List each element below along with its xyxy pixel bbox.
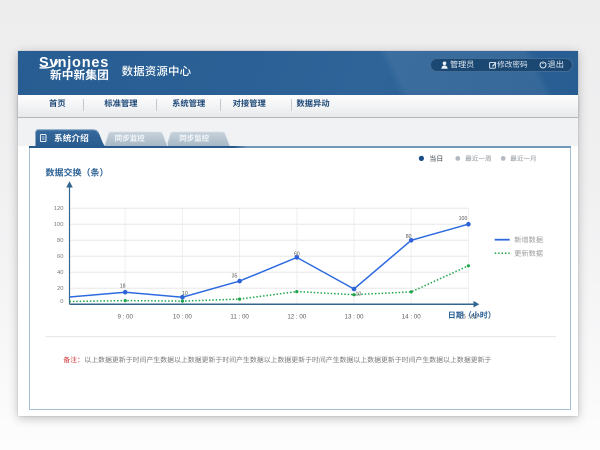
svg-text:100: 100 <box>53 222 63 228</box>
svg-text:35: 35 <box>231 274 237 280</box>
svg-text:20: 20 <box>57 286 63 292</box>
svg-text:0: 0 <box>60 299 63 305</box>
svg-text:40: 40 <box>57 270 63 276</box>
svg-text:9 : 00: 9 : 00 <box>117 313 133 320</box>
svg-text:12 : 00: 12 : 00 <box>287 313 306 320</box>
svg-text:80: 80 <box>57 238 63 244</box>
svg-text:13 : 00: 13 : 00 <box>344 313 363 320</box>
svg-text:11 : 00: 11 : 00 <box>230 313 249 320</box>
svg-text:18: 18 <box>119 284 125 290</box>
svg-text:100: 100 <box>458 216 467 222</box>
svg-text:120: 120 <box>53 206 63 212</box>
svg-text:10: 10 <box>182 291 188 297</box>
svg-text:10: 10 <box>355 291 361 297</box>
svg-text:60: 60 <box>294 252 300 258</box>
svg-text:14 : 00: 14 : 00 <box>401 313 420 320</box>
svg-text:80: 80 <box>405 234 411 240</box>
svg-text:15 : 00: 15 : 00 <box>458 313 477 320</box>
svg-text:60: 60 <box>57 254 63 260</box>
svg-text:10 : 00: 10 : 00 <box>172 313 191 320</box>
